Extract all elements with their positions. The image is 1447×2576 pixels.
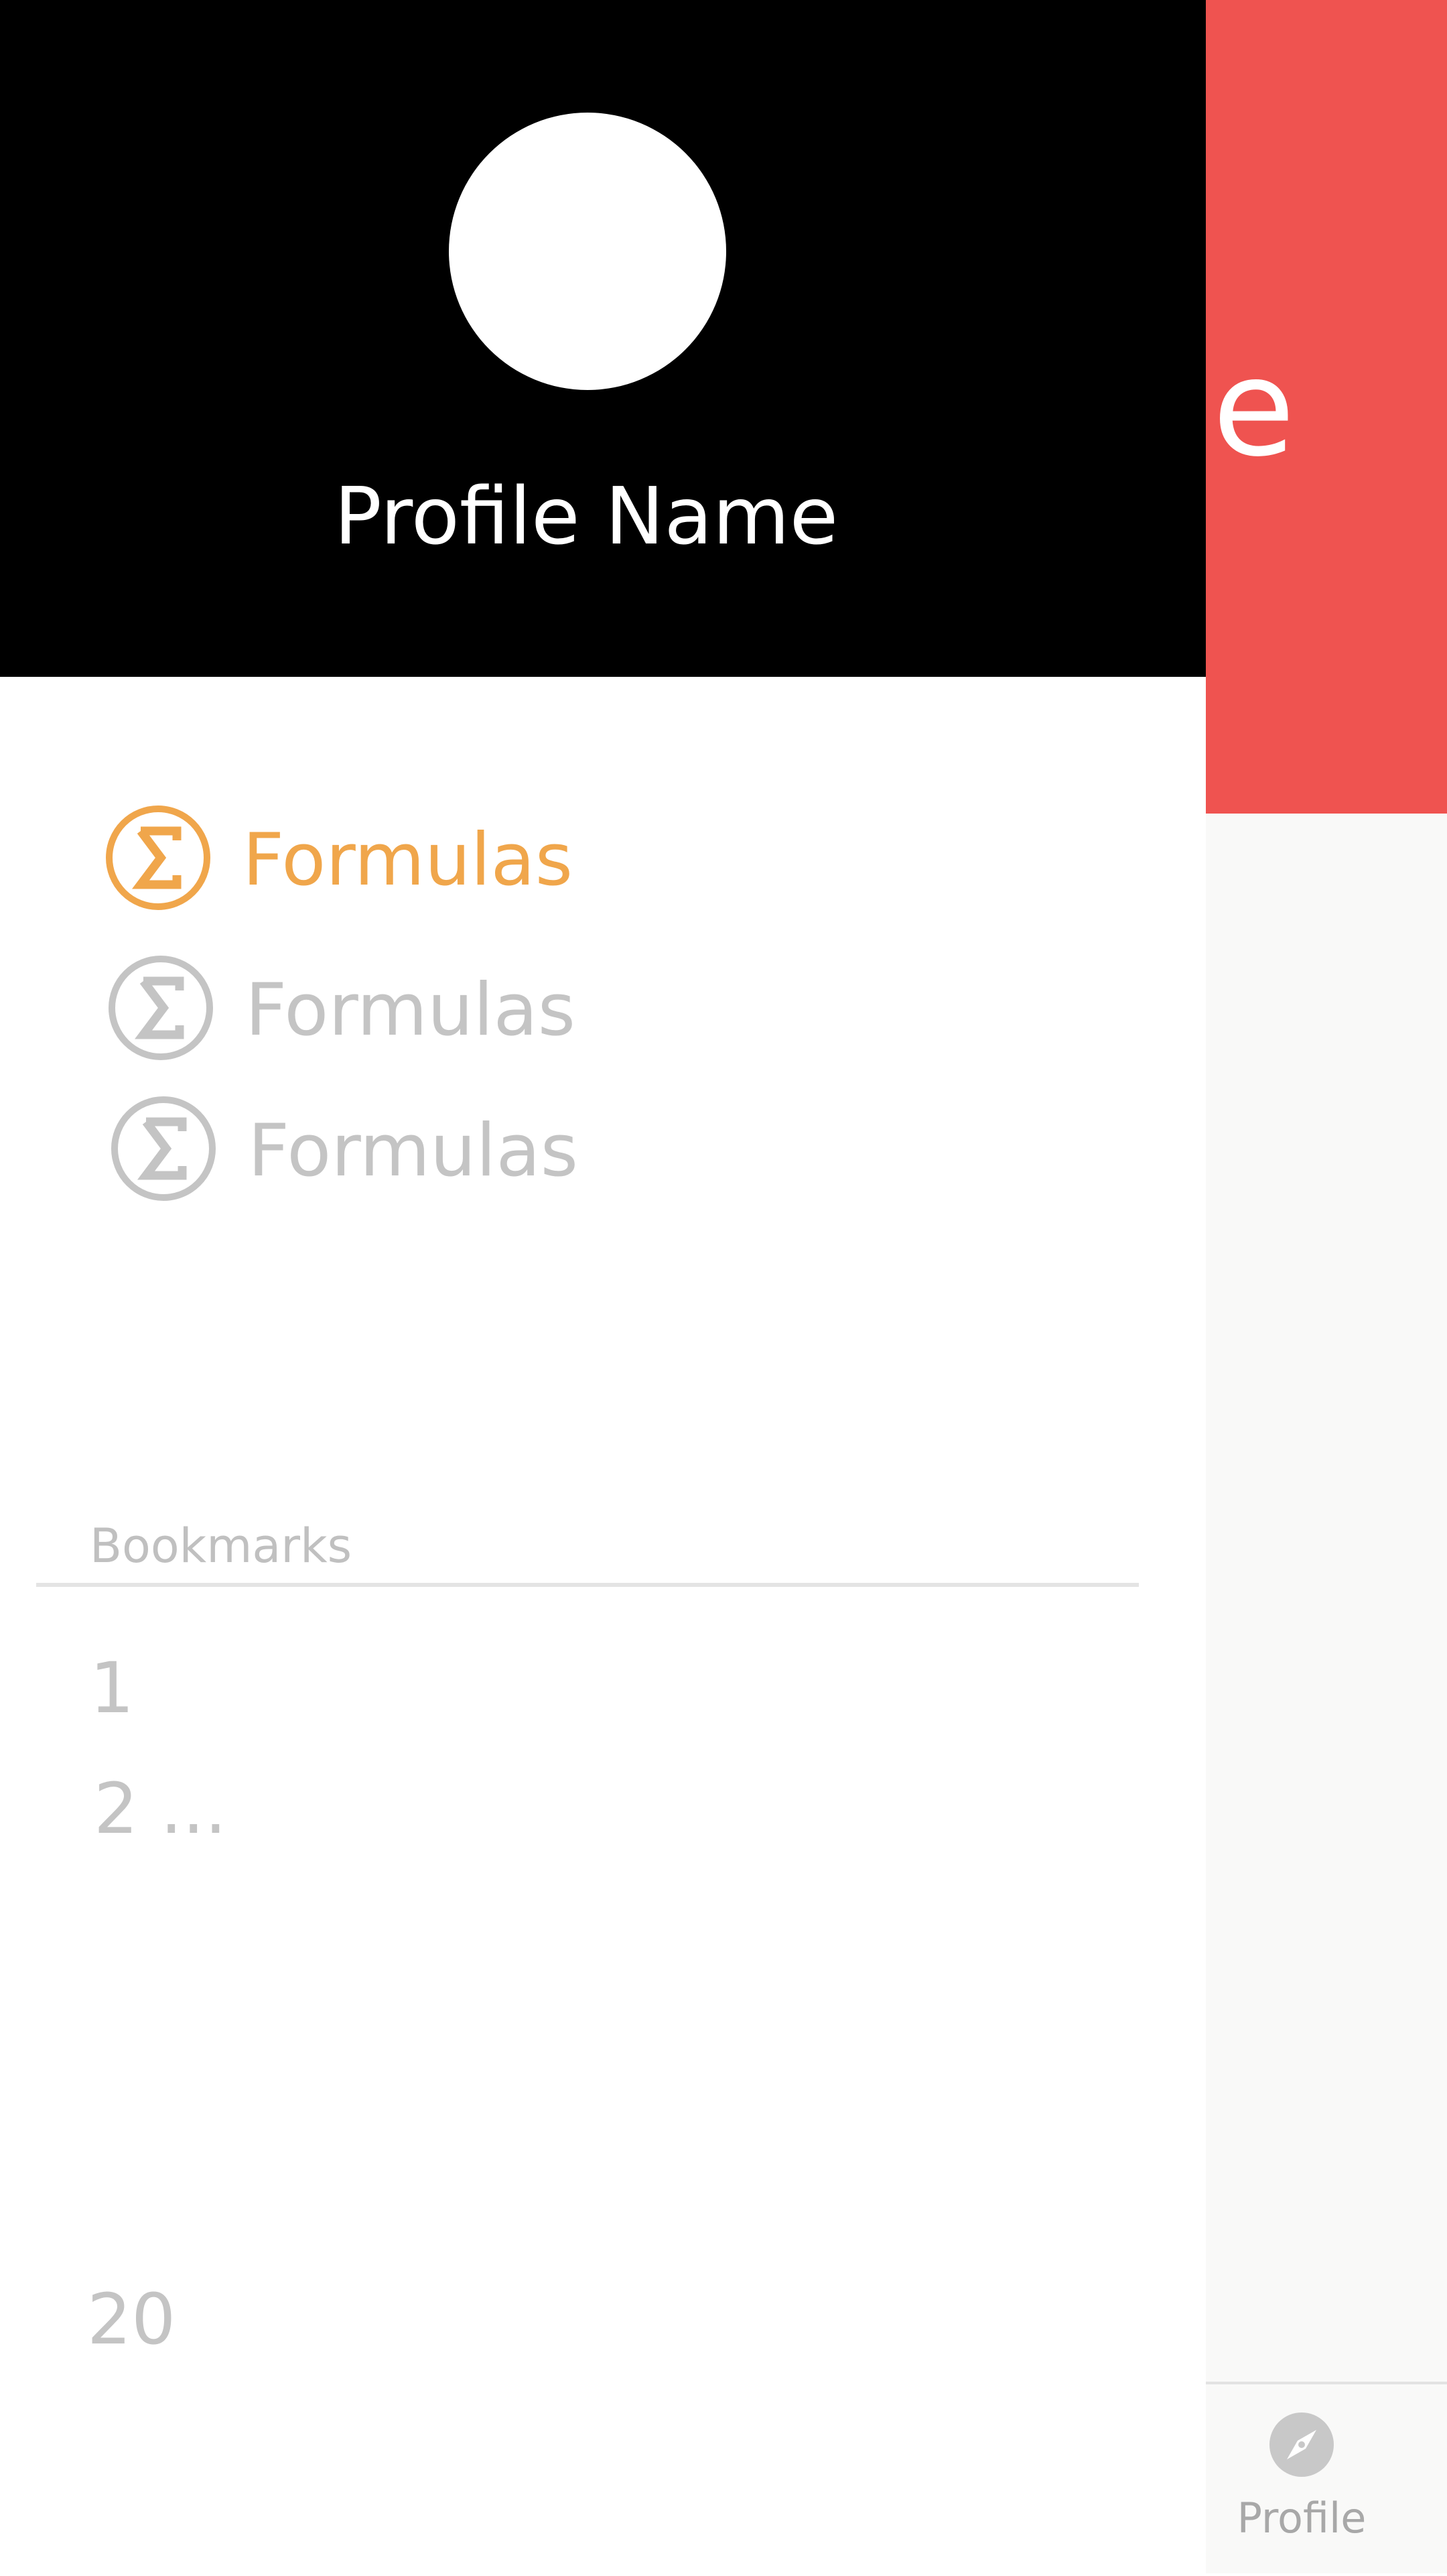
menu-item-formulas[interactable]: Formulas — [110, 1095, 713, 1209]
app-header-title: e — [1213, 330, 1296, 487]
profile-name[interactable]: Profile Name — [0, 462, 1172, 570]
menu-item-label: Formulas — [245, 968, 575, 1052]
menu-item-formulas[interactable]: Formulas — [105, 804, 707, 918]
main-content: e Profile — [1206, 0, 1447, 2573]
sigma-icon — [111, 1096, 216, 1201]
app-header: e — [1206, 0, 1447, 814]
divider — [36, 1583, 1139, 1587]
sigma-icon — [106, 806, 210, 910]
bookmarks-heading: Bookmarks — [90, 1519, 352, 1573]
bookmark-item[interactable]: 20 — [87, 2276, 176, 2363]
menu-item-label: Formulas — [248, 1109, 578, 1193]
compass-icon — [1269, 2412, 1334, 2477]
tab-bar: Profile — [1206, 2382, 1447, 2573]
avatar[interactable] — [449, 113, 726, 390]
tab-profile-label: Profile — [1237, 2494, 1367, 2542]
drawer-header: Profile Name — [0, 0, 1206, 677]
navigation-drawer: Profile Name Formulas Formulas Formulas … — [0, 0, 1206, 2573]
bookmark-item[interactable]: 1 — [90, 1645, 134, 1732]
sigma-icon — [109, 956, 213, 1060]
menu-item-label: Formulas — [243, 818, 573, 902]
tab-profile[interactable]: Profile — [1206, 2384, 1447, 2576]
bookmark-item[interactable]: 2 ... — [94, 1765, 226, 1852]
menu-item-formulas[interactable]: Formulas — [107, 954, 710, 1068]
